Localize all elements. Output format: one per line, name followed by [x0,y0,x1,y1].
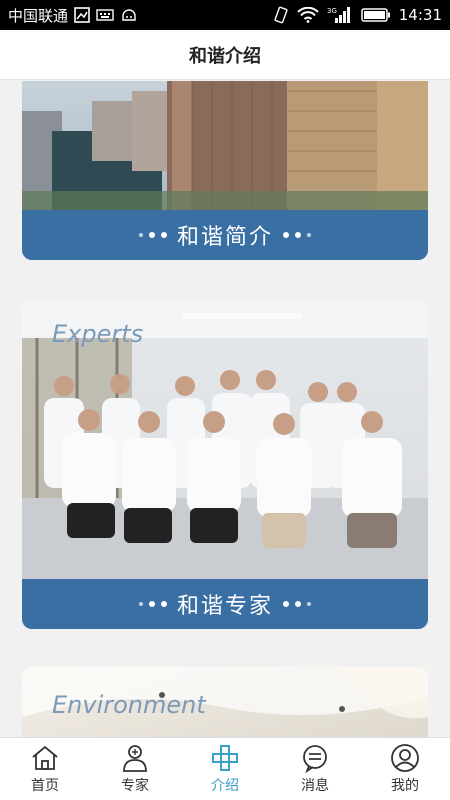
vibrate-icon [273,6,289,24]
intro-card-experts-band: 和谐专家 [22,579,428,629]
tab-experts-label: 专家 [121,778,149,794]
status-bar: 中国联通 3G 14:31 [0,0,450,30]
dots-left-icon [138,601,167,607]
tab-home[interactable]: 首页 [0,738,90,800]
message-icon [303,745,327,773]
intro-card-experts[interactable]: Experts 和谐专家 [22,298,428,629]
tab-intro-label: 介绍 [211,778,239,794]
tab-intro[interactable]: 介绍 [180,738,270,800]
tab-messages[interactable]: 消息 [270,738,360,800]
carrier-name: 中国联通 [8,6,69,25]
doctor-icon [123,745,147,772]
user-icon [391,744,419,772]
image-notification-icon [74,7,90,23]
intro-list[interactable]: 和谐简介 Experts 和谐专家 Environment [0,81,450,737]
dots-right-icon [283,601,311,607]
wifi-icon [297,7,319,23]
svg-text:3G: 3G [327,7,337,15]
battery-icon [361,7,391,23]
card-label-experts: 和谐专家 [176,594,273,619]
tab-experts[interactable]: 专家 [90,738,180,800]
intro-card-environment[interactable]: Environment [22,667,428,737]
cross-icon [212,745,238,771]
intro-card-about-band: 和谐简介 [22,210,428,260]
keyboard-icon [96,8,114,22]
signal-icon: 3G [327,6,353,24]
home-icon [32,745,58,770]
tab-mine-label: 我的 [391,778,419,794]
android-icon [120,8,138,22]
title-bar: 和谐介绍 [0,30,450,80]
experts-overlay-label: Experts [52,320,144,348]
intro-card-about[interactable]: 和谐简介 [22,81,428,260]
card-label-about: 和谐简介 [176,225,273,250]
bottom-tab-bar: 首页 专家 介绍 消息 我的 [0,737,450,800]
dots-left-icon [138,232,167,238]
status-time: 14:31 [398,6,442,24]
tab-messages-label: 消息 [301,778,329,794]
page-title: 和谐介绍 [189,45,261,67]
tab-mine[interactable]: 我的 [360,738,450,800]
tab-home-label: 首页 [31,778,59,794]
environment-overlay-label: Environment [52,691,206,719]
dots-right-icon [283,232,311,238]
